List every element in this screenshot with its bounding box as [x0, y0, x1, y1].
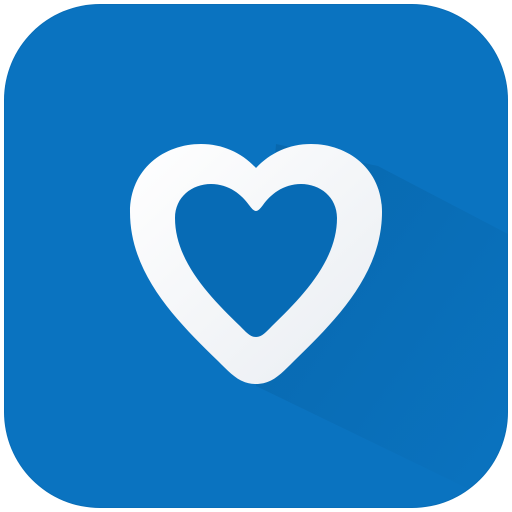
- app-icon-graphic: [130, 144, 508, 508]
- app-icon-canvas: [0, 0, 512, 512]
- app-icon[interactable]: [4, 4, 508, 508]
